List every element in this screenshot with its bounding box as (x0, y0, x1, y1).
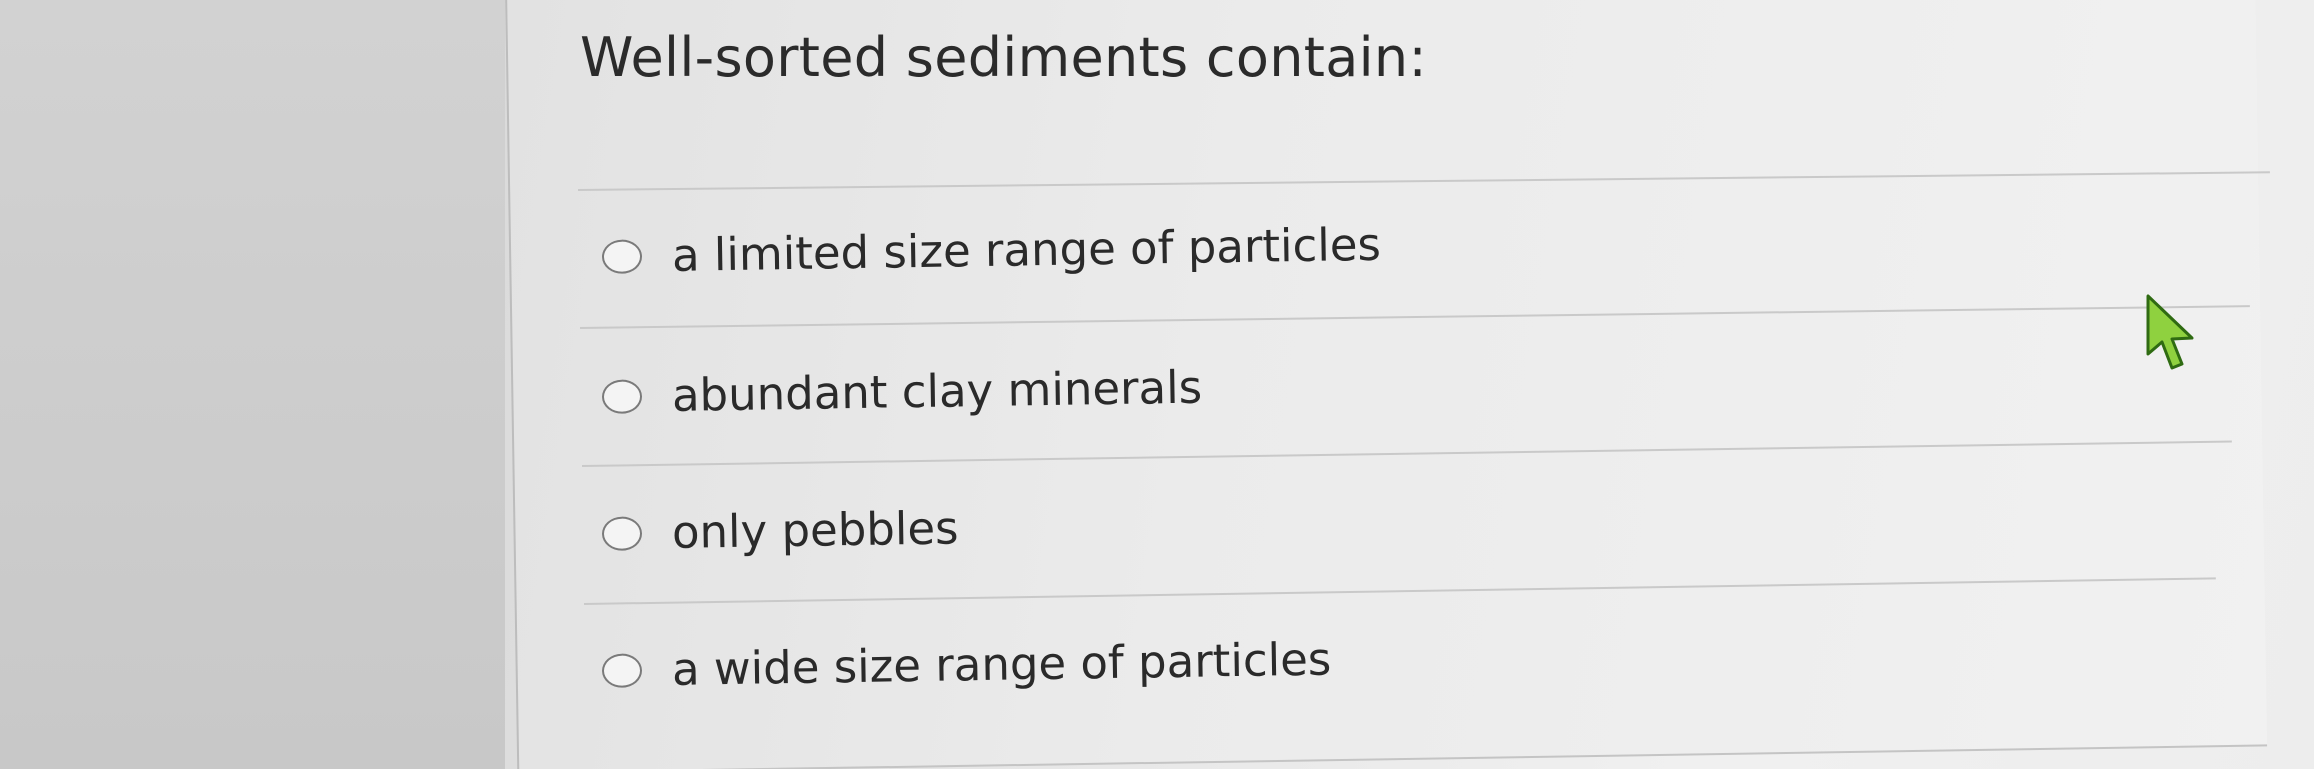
option-label: only pebbles (671, 501, 959, 559)
radio-button[interactable] (601, 238, 643, 274)
radio-button[interactable] (601, 652, 643, 688)
radio-button[interactable] (601, 515, 643, 551)
quiz-screen: Well-sorted sediments contain: a limited… (0, 0, 2314, 769)
answer-option-abundant-clay[interactable]: abundant clay minerals (601, 360, 1203, 423)
left-sidebar-background (0, 0, 505, 769)
option-label: abundant clay minerals (671, 360, 1203, 422)
question-text: Well-sorted sediments contain: (580, 26, 1427, 89)
radio-button[interactable] (601, 378, 643, 414)
answer-option-only-pebbles[interactable]: only pebbles (601, 501, 959, 560)
option-label: a limited size range of particles (671, 217, 1382, 282)
mouse-pointer-icon (2146, 294, 2194, 370)
option-label: a wide size range of particles (671, 632, 1332, 696)
